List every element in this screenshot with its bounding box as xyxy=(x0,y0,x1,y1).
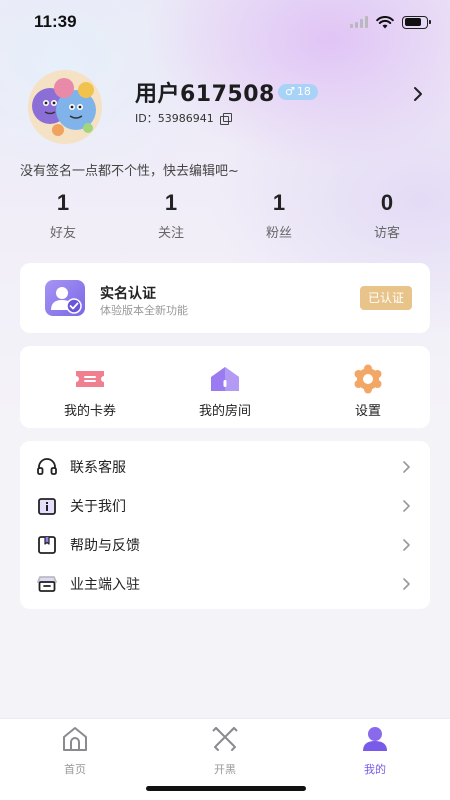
menu-item-customer-service[interactable]: 联系客服 xyxy=(20,447,430,487)
stat-label: 关注 xyxy=(157,226,184,241)
shortcut-settings[interactable]: 设置 xyxy=(313,364,423,419)
battery-icon xyxy=(402,15,431,29)
gender-age-badge: ♂ 18 xyxy=(278,84,318,100)
chevron-right-icon xyxy=(403,539,410,551)
stat-fans[interactable]: 1 粉丝 xyxy=(234,190,324,241)
status-bar: 11:39 xyxy=(0,0,450,44)
menu-item-help-feedback[interactable]: 帮助与反馈 xyxy=(20,525,430,565)
tab-label: 首页 xyxy=(64,763,86,776)
feedback-icon xyxy=(38,536,56,554)
avatar-image xyxy=(28,70,102,144)
verification-title: 实名认证 xyxy=(100,286,156,302)
avatar[interactable] xyxy=(28,70,102,144)
stat-following[interactable]: 1 关注 xyxy=(126,190,216,241)
menu-label: 业主端入驻 xyxy=(70,577,140,593)
shortcut-label: 我的卡券 xyxy=(63,404,116,419)
tab-label: 我的 xyxy=(364,763,386,776)
menu-label: 联系客服 xyxy=(70,460,126,476)
shortcut-label: 设置 xyxy=(354,404,381,419)
user-id: ID：53986941 xyxy=(135,112,214,125)
headset-icon xyxy=(37,458,57,475)
stat-value: 1 xyxy=(272,190,286,215)
menu-item-merchant-onboarding[interactable]: 业主端入驻 xyxy=(20,564,430,604)
stat-value: 0 xyxy=(380,190,394,215)
user-id-row: ID：53986941 xyxy=(135,110,232,126)
tab-play-together[interactable]: 开黑 xyxy=(190,725,260,777)
menu-card: 联系客服 关于我们 帮助与反馈 业主端入驻 xyxy=(20,441,430,609)
chevron-right-icon xyxy=(403,500,410,512)
username: 用户617508 xyxy=(135,82,275,107)
stat-value: 1 xyxy=(164,190,178,215)
stats-row: 1 好友 1 关注 1 粉丝 0 访客 xyxy=(0,190,450,242)
stat-value: 1 xyxy=(56,190,70,215)
stat-label: 好友 xyxy=(49,226,76,241)
shortcut-my-coupons[interactable]: 我的卡券 xyxy=(35,364,145,419)
stat-label: 访客 xyxy=(373,226,400,241)
verification-subtitle: 体验版本全新功能 xyxy=(100,304,188,317)
stat-visitors[interactable]: 0 访客 xyxy=(342,190,432,241)
house-icon xyxy=(208,364,242,394)
chevron-right-icon[interactable] xyxy=(408,84,428,104)
profile-header[interactable]: 用户617508 ♂ 18 ID：53986941 xyxy=(28,70,428,144)
tab-mine[interactable]: 我的 xyxy=(340,725,410,777)
verification-card[interactable]: 实名认证 体验版本全新功能 已认证 xyxy=(20,263,430,333)
menu-label: 关于我们 xyxy=(70,499,126,515)
tab-home[interactable]: 首页 xyxy=(40,725,110,777)
home-icon xyxy=(63,727,87,751)
shortcuts-card: 我的卡券 我的房间 设置 xyxy=(20,346,430,428)
chevron-right-icon xyxy=(403,461,410,473)
chevron-right-icon xyxy=(403,578,410,590)
status-time: 11:39 xyxy=(34,12,77,31)
cellular-signal-icon xyxy=(350,16,368,28)
status-icons xyxy=(350,15,431,29)
stat-friends[interactable]: 1 好友 xyxy=(18,190,108,241)
profile-icon xyxy=(363,727,387,751)
gear-icon xyxy=(351,364,385,394)
wifi-icon xyxy=(376,15,394,28)
tab-label: 开黑 xyxy=(214,763,236,776)
info-icon xyxy=(38,498,56,515)
copy-icon[interactable] xyxy=(219,112,232,125)
menu-item-about-us[interactable]: 关于我们 xyxy=(20,486,430,526)
stat-label: 粉丝 xyxy=(265,226,292,241)
male-icon: ♂ xyxy=(285,85,295,98)
verified-badge: 已认证 xyxy=(359,286,412,310)
home-indicator xyxy=(146,786,306,791)
controller-icon xyxy=(212,727,238,751)
id-card-icon xyxy=(45,280,85,316)
shortcut-label: 我的房间 xyxy=(198,404,251,419)
signature-text[interactable]: 没有签名一点都不个性，快去编辑吧~ xyxy=(20,160,239,179)
ticket-icon xyxy=(73,364,107,394)
menu-label: 帮助与反馈 xyxy=(70,538,140,554)
shortcut-my-room[interactable]: 我的房间 xyxy=(170,364,280,419)
store-icon xyxy=(37,576,57,592)
age-value: 18 xyxy=(296,85,311,98)
